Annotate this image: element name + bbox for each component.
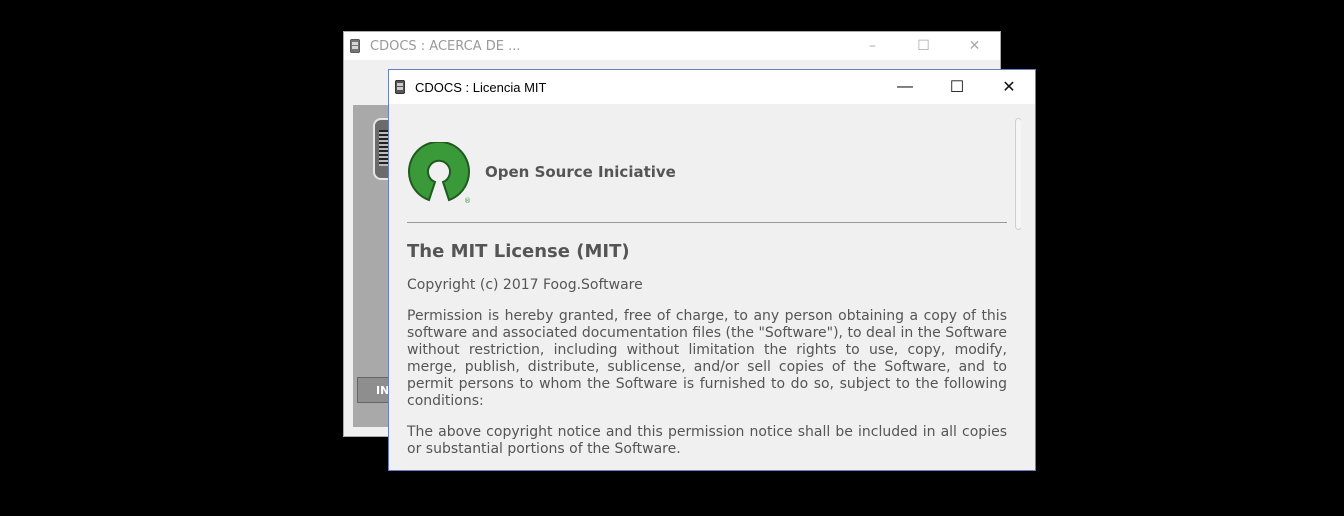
osi-label: Open Source Iniciative xyxy=(485,163,676,181)
osi-logo-mark: ® xyxy=(464,197,471,205)
copyright-line: Copyright (c) 2017 Foog.Software xyxy=(407,277,643,293)
license-window-titlebar[interactable]: CDOCS : Licencia MIT — ☐ ✕ xyxy=(389,70,1035,104)
maximize-button[interactable]: ☐ xyxy=(898,32,949,60)
vertical-scrollbar[interactable] xyxy=(1014,116,1021,458)
license-window[interactable]: CDOCS : Licencia MIT — ☐ ✕ ® Open Source… xyxy=(388,69,1036,471)
minimize-button[interactable]: — xyxy=(879,70,931,104)
about-action-button[interactable]: IN xyxy=(357,377,389,403)
app-icon xyxy=(350,39,360,53)
license-window-title: CDOCS : Licencia MIT xyxy=(415,79,547,95)
scrollbar-thumb[interactable] xyxy=(1015,118,1021,230)
divider xyxy=(407,222,1007,223)
osi-logo-icon: ® xyxy=(408,142,471,205)
app-icon xyxy=(395,80,405,94)
license-heading: The MIT License (MIT) xyxy=(407,241,630,262)
license-paragraph-1: Permission is hereby granted, free of ch… xyxy=(407,308,1007,409)
about-window-title: CDOCS : ACERCA DE ... xyxy=(370,38,521,54)
minimize-button[interactable]: – xyxy=(847,32,898,60)
license-content: ® Open Source Iniciative The MIT License… xyxy=(401,116,1021,458)
close-button[interactable]: ✕ xyxy=(983,70,1035,104)
about-window-titlebar[interactable]: CDOCS : ACERCA DE ... – ☐ ✕ xyxy=(344,32,1000,60)
close-button[interactable]: ✕ xyxy=(949,32,1000,60)
maximize-button[interactable]: ☐ xyxy=(931,70,983,104)
license-paragraph-2: The above copyright notice and this perm… xyxy=(407,424,1007,457)
